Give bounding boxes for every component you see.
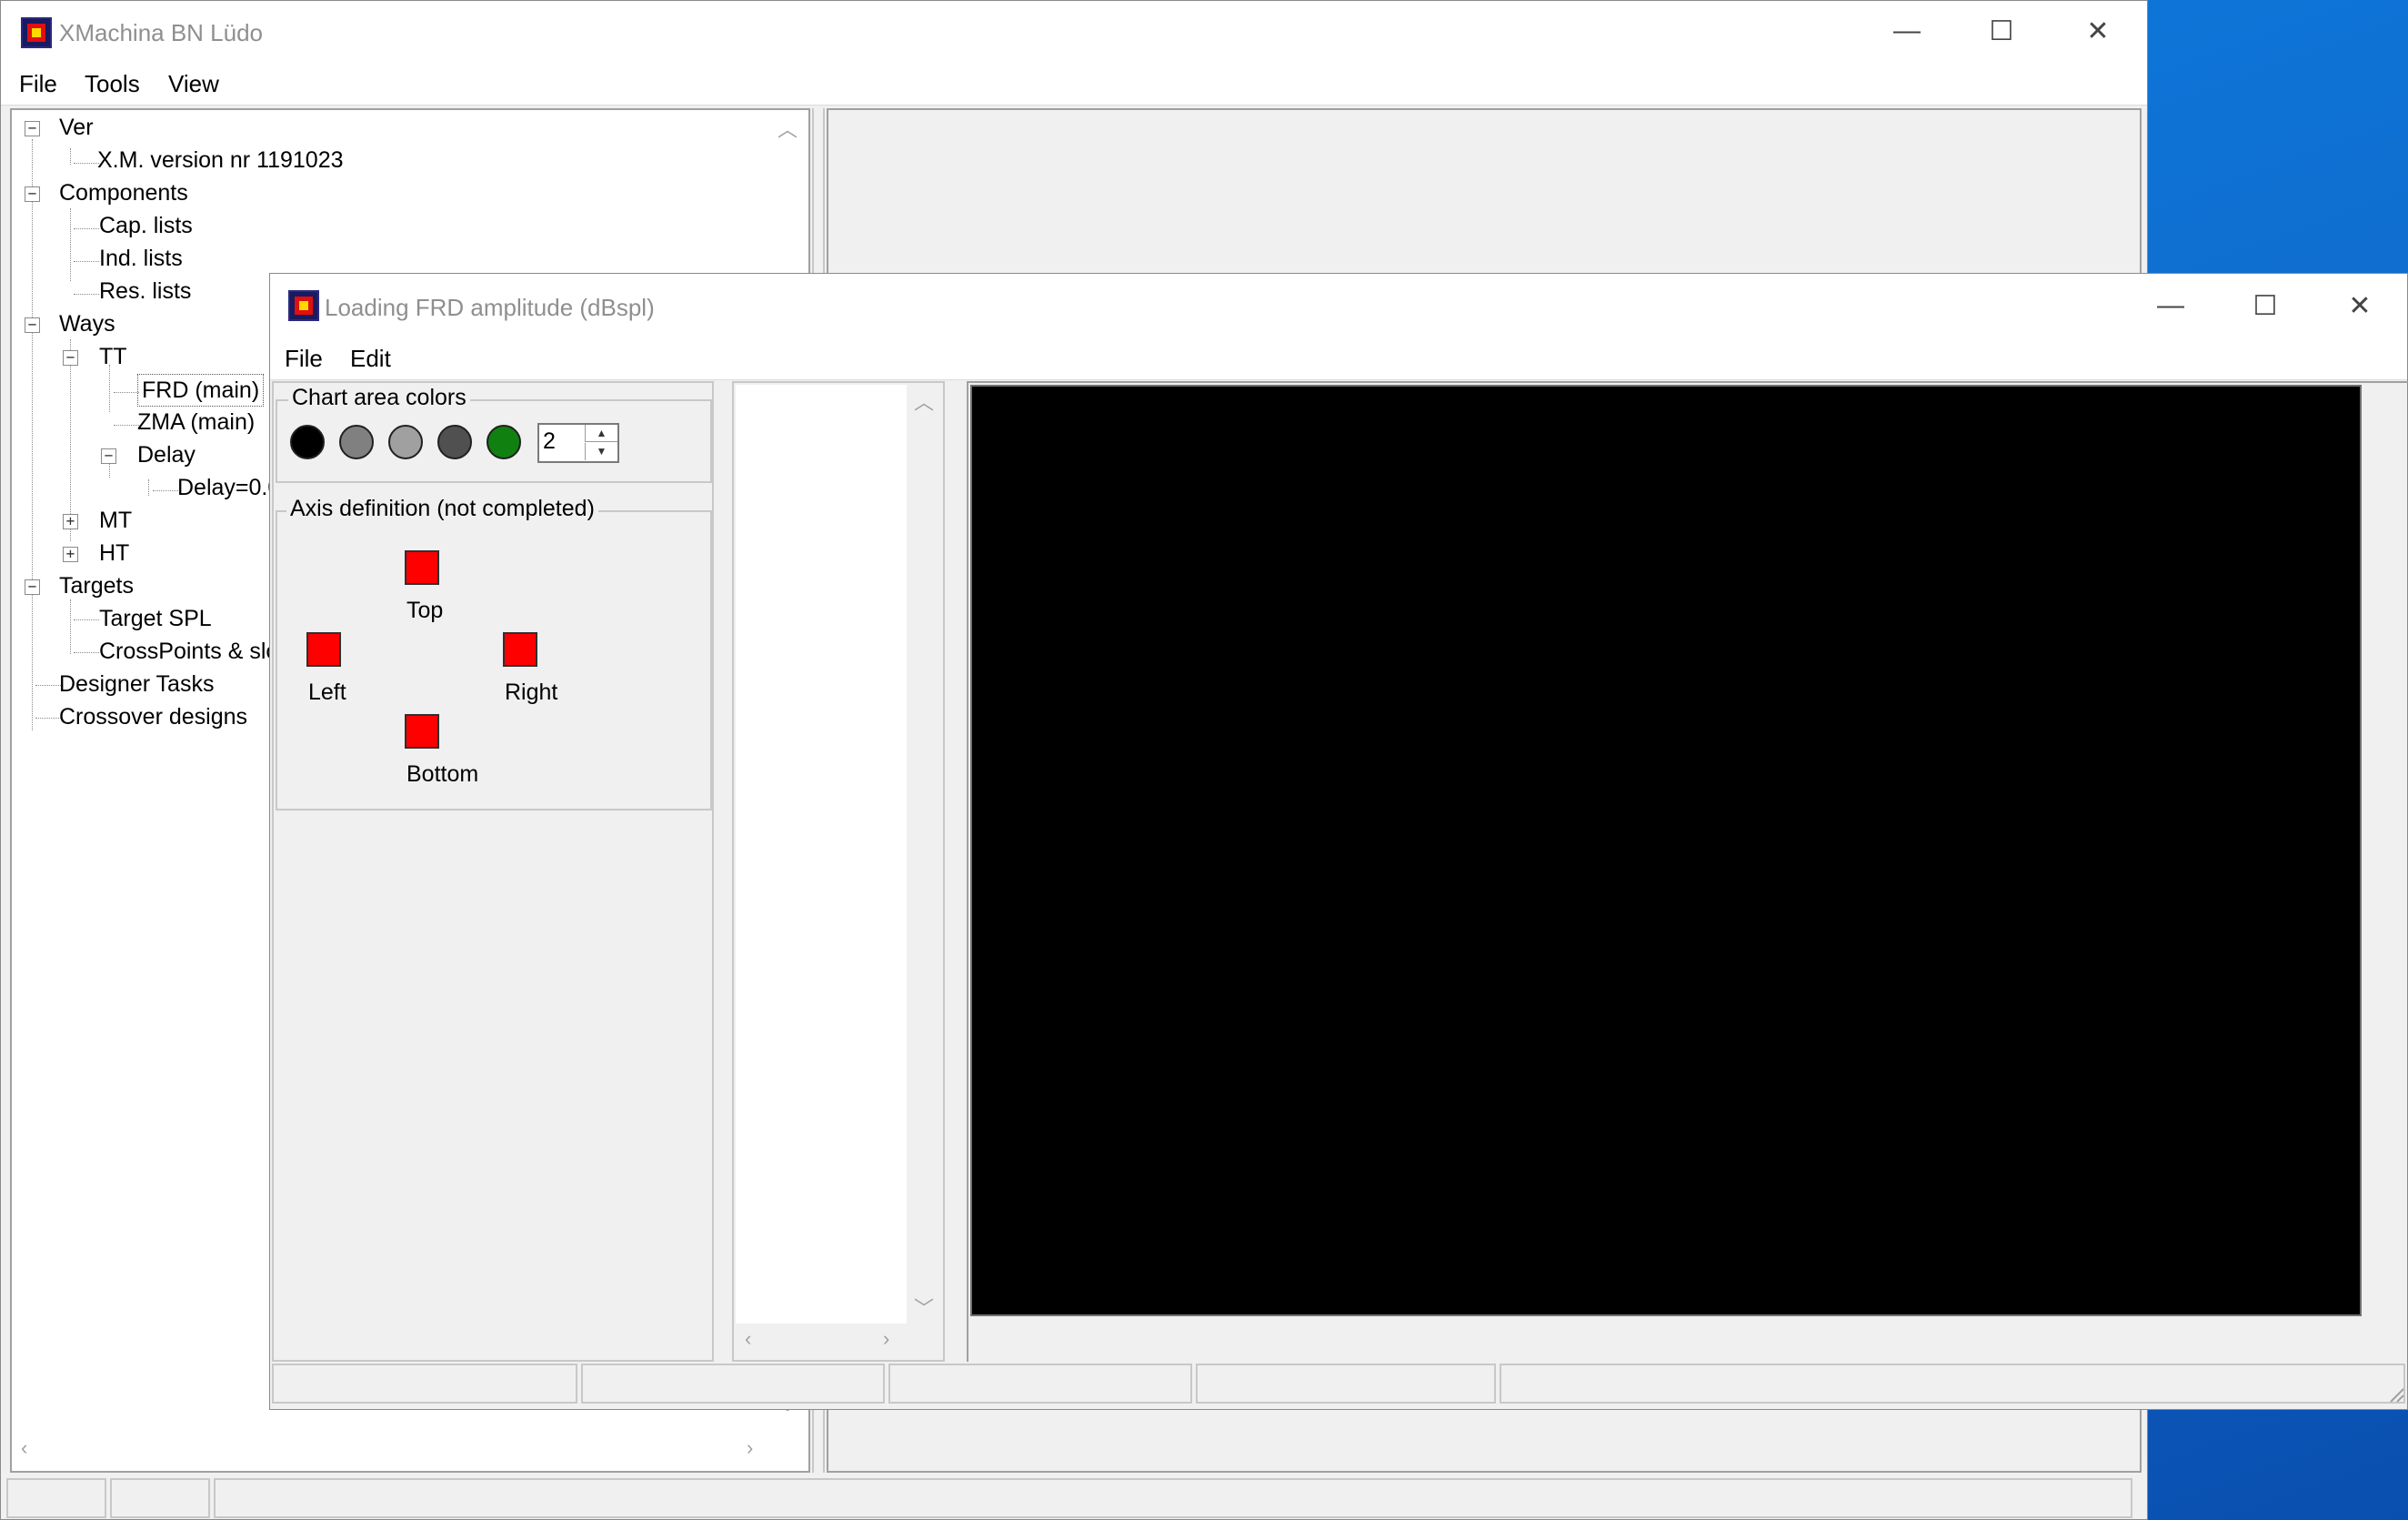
frd-status-cell-5: [1500, 1364, 2405, 1404]
expander-delay[interactable]: −: [101, 448, 116, 464]
main-title-bar[interactable]: XMachina BN Lüdo — ☐ ✕: [1, 1, 2147, 65]
color-index-spinner[interactable]: 2 ▲ ▼: [537, 423, 619, 463]
tree-node-delay[interactable]: Delay: [137, 439, 196, 470]
list-scroll-left-icon[interactable]: ‹: [745, 1327, 751, 1351]
list-scroll-down-icon[interactable]: ﹀: [914, 1293, 934, 1322]
frd-left-panel: Chart area colors 2 ▲ ▼ Axis definition …: [272, 381, 714, 1362]
tree-node-ver[interactable]: Ver: [59, 112, 94, 143]
tree-node-frd-main[interactable]: FRD (main): [137, 374, 265, 407]
tree-node-crossover-designs[interactable]: Crossover designs: [59, 701, 247, 732]
axis-left-label: Left: [308, 679, 346, 705]
tree-node-components[interactable]: Components: [59, 177, 188, 208]
axis-definition-caption: Axis definition (not completed): [286, 496, 598, 522]
chart-colors-caption: Chart area colors: [288, 385, 470, 411]
chart-area[interactable]: [970, 385, 2362, 1316]
menu-tools[interactable]: Tools: [85, 70, 140, 98]
frd-list-panel[interactable]: ︿ ﹀ ‹ ›: [732, 381, 945, 1362]
axis-right-color[interactable]: [503, 632, 537, 667]
resize-grip-icon[interactable]: [2385, 1384, 2405, 1404]
tree-node-target-spl[interactable]: Target SPL: [99, 603, 212, 634]
axis-top-label: Top: [406, 598, 444, 623]
frd-status-cell-2: [581, 1364, 885, 1404]
color-swatch-gray[interactable]: [339, 425, 374, 459]
frd-app-icon: [288, 290, 319, 321]
menu-file[interactable]: File: [19, 70, 57, 98]
color-swatch-black[interactable]: [290, 425, 325, 459]
frd-window: Loading FRD amplitude (dBspl) — ☐ ✕ File…: [269, 273, 2408, 1410]
color-swatch-green[interactable]: [487, 425, 521, 459]
tree-node-ways[interactable]: Ways: [59, 308, 115, 339]
frd-close-button[interactable]: ✕: [2314, 276, 2405, 336]
color-swatch-light-gray[interactable]: [388, 425, 423, 459]
expander-components[interactable]: −: [25, 186, 40, 202]
list-scroll-right-icon[interactable]: ›: [883, 1327, 889, 1351]
expander-tt[interactable]: −: [63, 350, 78, 366]
tree-node-designer-tasks[interactable]: Designer Tasks: [59, 669, 214, 700]
tree-node-version[interactable]: X.M. version nr 1191023: [97, 145, 344, 176]
frd-list-area[interactable]: [736, 385, 907, 1324]
tree-node-delay-value[interactable]: Delay=0.0: [177, 472, 280, 503]
axis-definition-group: Axis definition (not completed) Top Left…: [276, 496, 712, 810]
main-status-cell-3: [214, 1478, 2132, 1518]
frd-window-title: Loading FRD amplitude (dBspl): [325, 294, 655, 321]
tree-node-res-lists[interactable]: Res. lists: [99, 276, 191, 307]
tree-scroll-up-icon[interactable]: ︿: [778, 114, 798, 143]
frd-status-cell-3: [888, 1364, 1192, 1404]
expander-ways[interactable]: −: [25, 317, 40, 333]
main-status-cell-1: [6, 1478, 106, 1518]
tree-node-ht[interactable]: HT: [99, 538, 129, 569]
tree-node-ind-lists[interactable]: Ind. lists: [99, 243, 183, 274]
color-index-value: 2: [543, 428, 556, 454]
chart-panel: [967, 381, 2408, 1362]
tree-node-cap-lists[interactable]: Cap. lists: [99, 210, 193, 241]
main-window-title: XMachina BN Lüdo: [59, 19, 264, 46]
axis-bottom-color[interactable]: [405, 714, 439, 749]
expander-ht[interactable]: +: [63, 547, 78, 562]
tree-node-mt[interactable]: MT: [99, 505, 132, 536]
tree-node-targets[interactable]: Targets: [59, 570, 134, 601]
frd-menu-file[interactable]: File: [285, 345, 323, 373]
color-swatch-dark-gray[interactable]: [437, 425, 472, 459]
frd-menu-bar: File Edit: [270, 339, 2407, 380]
frd-menu-edit[interactable]: Edit: [350, 345, 391, 373]
tree-scroll-left-icon[interactable]: ‹: [21, 1436, 27, 1460]
menu-view[interactable]: View: [168, 70, 219, 98]
axis-bottom-label: Bottom: [406, 761, 479, 787]
close-button[interactable]: ✕: [2052, 1, 2143, 61]
tree-node-tt[interactable]: TT: [99, 341, 127, 372]
expander-targets[interactable]: −: [25, 579, 40, 595]
spin-down-icon[interactable]: ▼: [585, 443, 617, 460]
axis-right-label: Right: [505, 679, 558, 705]
expander-mt[interactable]: +: [63, 514, 78, 529]
app-icon: [21, 17, 52, 48]
spin-up-icon[interactable]: ▲: [585, 425, 617, 442]
tree-node-zma-main[interactable]: ZMA (main): [137, 407, 255, 438]
axis-left-color[interactable]: [306, 632, 341, 667]
frd-status-cell-1: [272, 1364, 577, 1404]
frd-title-bar[interactable]: Loading FRD amplitude (dBspl) — ☐ ✕: [270, 274, 2407, 339]
chart-colors-group: Chart area colors 2 ▲ ▼: [276, 385, 712, 483]
frd-status-cell-4: [1196, 1364, 1496, 1404]
axis-top-color[interactable]: [405, 550, 439, 585]
minimize-button[interactable]: —: [1861, 1, 1952, 61]
maximize-button[interactable]: ☐: [1956, 1, 2047, 61]
expander-ver[interactable]: −: [25, 121, 40, 136]
main-status-cell-2: [110, 1478, 210, 1518]
frd-minimize-button[interactable]: —: [2125, 276, 2216, 336]
frd-maximize-button[interactable]: ☐: [2220, 276, 2311, 336]
tree-scroll-right-icon[interactable]: ›: [747, 1436, 753, 1460]
main-menu-bar: File Tools View: [1, 65, 2147, 106]
list-scroll-up-icon[interactable]: ︿: [914, 387, 934, 416]
